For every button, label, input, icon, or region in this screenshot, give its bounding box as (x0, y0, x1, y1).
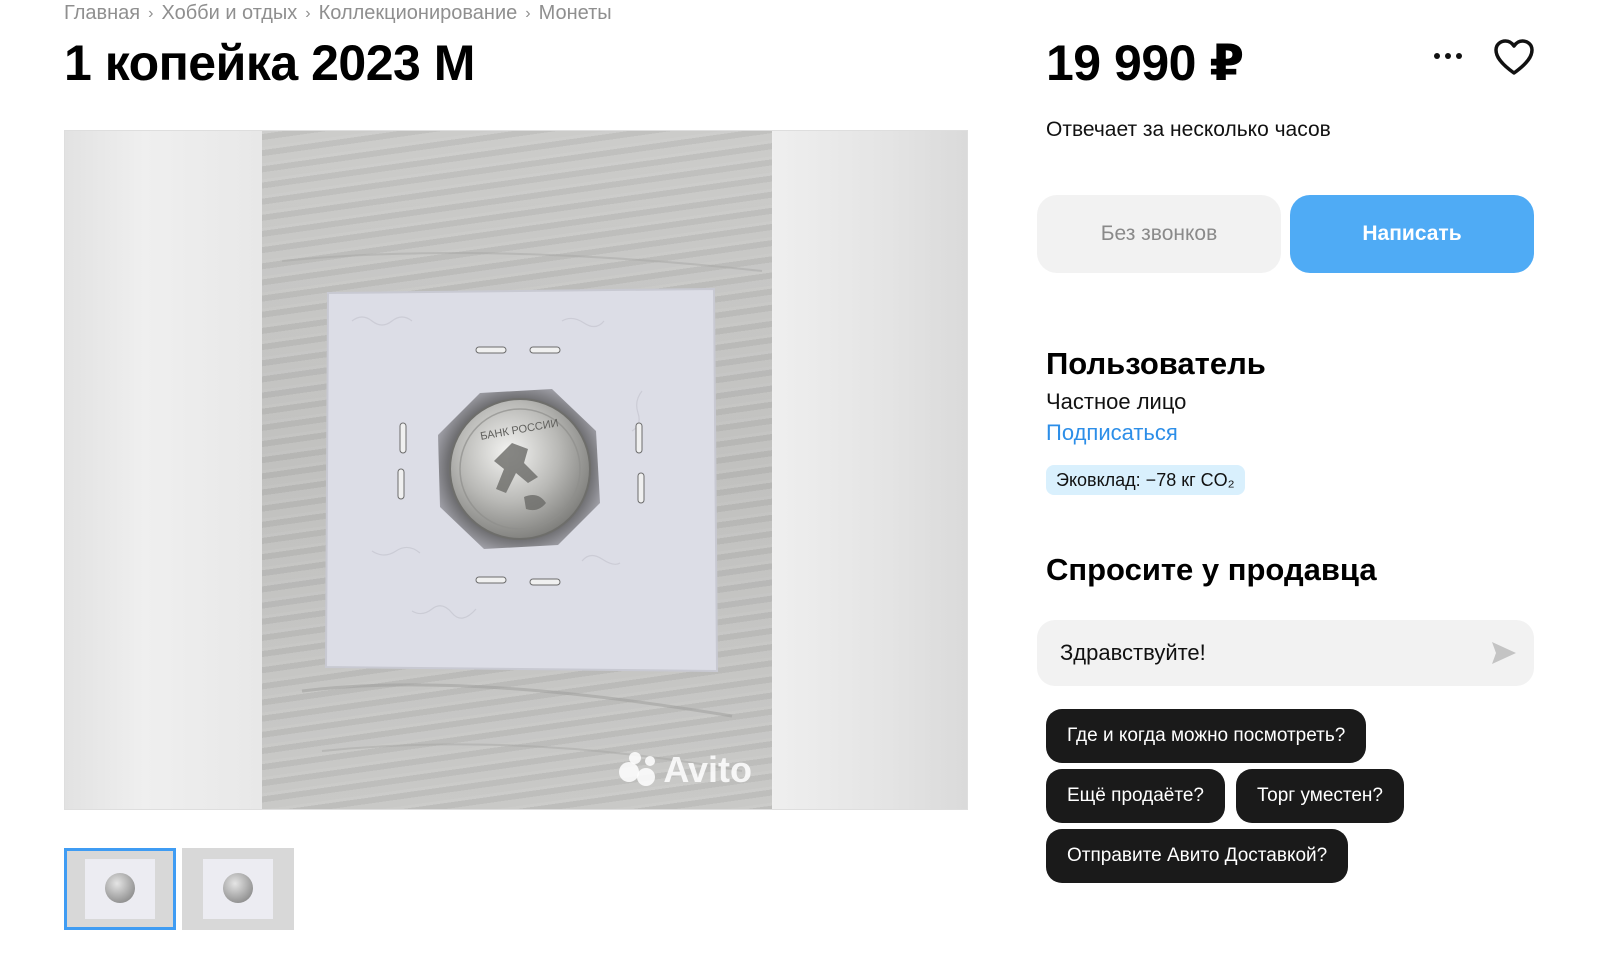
chevron-right-icon: › (305, 4, 311, 22)
gallery-blur-left (65, 131, 262, 809)
breadcrumb-item-coins[interactable]: Монеты (539, 2, 612, 25)
quick-question-chip[interactable]: Где и когда можно посмотреть? (1046, 709, 1367, 763)
breadcrumb-item-collecting[interactable]: Коллекционирование (319, 2, 518, 25)
coin-photo-illustration: БАНК РОССИИ (281, 252, 763, 772)
message-field[interactable] (1037, 620, 1534, 686)
no-calls-button[interactable]: Без звонков (1037, 195, 1281, 273)
send-icon[interactable] (1490, 640, 1518, 666)
listing-title: 1 копейка 2023 М (64, 35, 475, 91)
quick-question-chip[interactable]: Торг уместен? (1236, 769, 1404, 823)
breadcrumb-item-home[interactable]: Главная (64, 2, 140, 25)
write-message-button[interactable]: Написать (1290, 195, 1534, 273)
thumbnail-2[interactable] (182, 848, 294, 930)
main-photo[interactable]: БАНК РОССИИ Avito (262, 131, 772, 809)
subscribe-link[interactable]: Подписаться (1046, 420, 1178, 446)
seller-name[interactable]: Пользователь (1046, 346, 1266, 382)
thumbnail-strip (64, 848, 294, 930)
breadcrumb: Главная › Хобби и отдых › Коллекциониров… (64, 2, 612, 25)
quick-question-chip[interactable]: Ещё продаёте? (1046, 769, 1225, 823)
response-time: Отвечает за несколько часов (1046, 118, 1331, 141)
heart-icon[interactable] (1492, 36, 1536, 80)
avito-logo-icon (619, 752, 657, 788)
photo-gallery[interactable]: БАНК РОССИИ Avito (64, 130, 968, 810)
listing-price: 19 990 ₽ (1046, 35, 1244, 91)
quick-question-chip[interactable]: Отправите Авито Доставкой? (1046, 829, 1349, 883)
thumbnail-1[interactable] (64, 848, 176, 930)
breadcrumb-item-hobby[interactable]: Хобби и отдых (161, 2, 297, 25)
gallery-blur-right (770, 131, 967, 809)
chevron-right-icon: › (525, 4, 531, 22)
eco-badge[interactable]: Эковклад: −78 кг CO₂ (1046, 465, 1245, 495)
seller-type: Частное лицо (1046, 389, 1187, 414)
more-horizontal-icon[interactable] (1428, 44, 1468, 68)
avito-watermark: Avito (619, 749, 752, 791)
chevron-right-icon: › (148, 4, 154, 22)
message-input[interactable] (1060, 640, 1460, 666)
ask-seller-title: Спросите у продавца (1046, 552, 1377, 587)
watermark-text: Avito (663, 749, 752, 790)
